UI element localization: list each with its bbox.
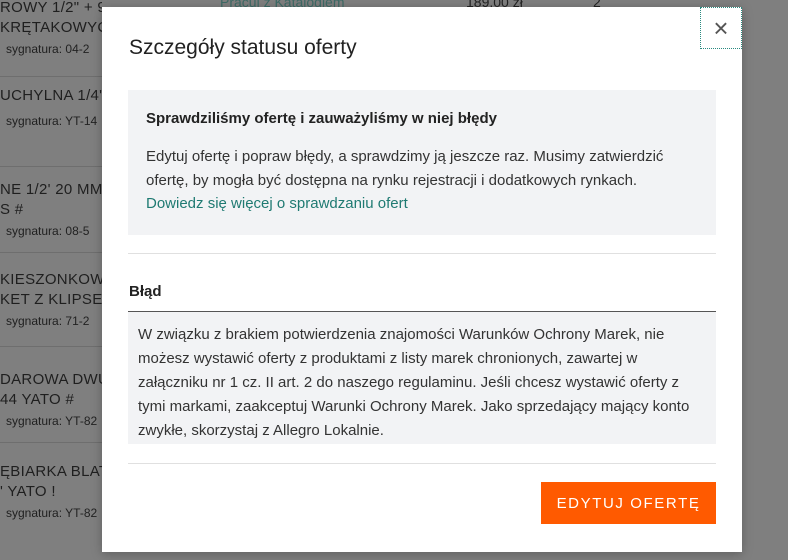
row-title-line2: KET Z KLIPSEM bbox=[0, 291, 102, 308]
row-signature: sygnatura: 08-5 bbox=[6, 224, 90, 238]
info-panel: Sprawdziliśmy ofertę i zauważyliśmy w ni… bbox=[128, 90, 716, 235]
error-message: W związku z brakiem potwierdzenia znajom… bbox=[128, 312, 716, 444]
background-row: ROWY 1/2" + 9 KRĘTAKOWYCH sygnatura: 04-… bbox=[0, 0, 102, 77]
row-title-line1: ROWY 1/2" + 9 bbox=[0, 0, 102, 16]
row-signature: sygnatura: YT-82 bbox=[6, 414, 98, 428]
row-title-line1: UCHYLNA 1/4'' T bbox=[0, 87, 102, 104]
row-title-line2: KRĘTAKOWYCH bbox=[0, 19, 102, 36]
row-title-line2: S # bbox=[0, 201, 24, 218]
edit-offer-button[interactable]: EDYTUJ OFERTĘ bbox=[541, 482, 716, 524]
background-row: NE 1/2' 20 MM S # sygnatura: 08-5 bbox=[0, 180, 102, 253]
row-title-line2: 44 YATO # bbox=[0, 391, 75, 408]
info-text: Edytuj ofertę i popraw błędy, a sprawdzi… bbox=[146, 148, 664, 212]
close-button[interactable]: × bbox=[700, 7, 742, 49]
row-title-line1: ĘBIARKA BLATO bbox=[0, 463, 102, 480]
dialog-title: Szczegóły statusu oferty bbox=[129, 36, 357, 59]
row-signature: sygnatura: 71-2 bbox=[6, 314, 90, 328]
divider bbox=[128, 463, 716, 464]
learn-more-link[interactable]: Dowiedz się więcej o sprawdzaniu ofert bbox=[146, 195, 408, 212]
row-title-line1: DAROWA DWUL bbox=[0, 371, 102, 388]
row-signature: sygnatura: YT-82 bbox=[6, 506, 98, 520]
background-row: DAROWA DWUL 44 YATO # sygnatura: YT-82 bbox=[0, 370, 102, 443]
background-row: UCHYLNA 1/4'' T sygnatura: YT-14 bbox=[0, 86, 102, 167]
background-row: KIESZONKOWA KET Z KLIPSEM sygnatura: 71-… bbox=[0, 270, 102, 347]
info-heading: Sprawdziliśmy ofertę i zauważyliśmy w ni… bbox=[146, 110, 497, 127]
close-icon: × bbox=[713, 12, 729, 43]
row-signature: sygnatura: YT-14 bbox=[6, 114, 98, 128]
row-title-line1: NE 1/2' 20 MM bbox=[0, 181, 102, 198]
row-title-line2: ' YATO ! bbox=[0, 483, 56, 500]
background-row: ĘBIARKA BLATO ' YATO ! sygnatura: YT-82 bbox=[0, 462, 102, 534]
error-label: Błąd bbox=[129, 283, 162, 300]
divider bbox=[128, 253, 716, 254]
row-signature: sygnatura: 04-2 bbox=[6, 42, 90, 56]
row-title-line1: KIESZONKOWA bbox=[0, 271, 102, 288]
offer-status-dialog: × Szczegóły statusu oferty Sprawdziliśmy… bbox=[102, 7, 742, 552]
